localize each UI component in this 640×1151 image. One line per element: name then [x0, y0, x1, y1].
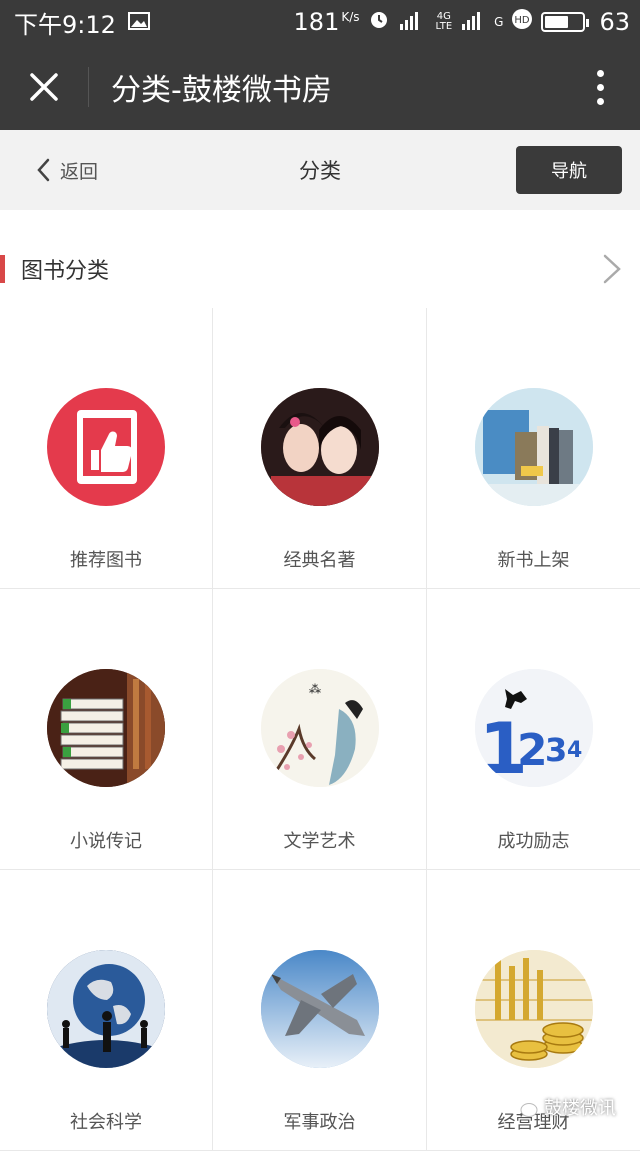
category-label: 经典名著 — [283, 550, 356, 571]
category-novels-biography[interactable]: 小说传记 — [0, 589, 213, 870]
category-label: 新书上架 — [497, 550, 570, 571]
alarm-icon — [368, 8, 390, 36]
status-bar: 下午9:12 181 K/s 4G LTE G HD 63 — [0, 0, 640, 44]
thumbs-up-book-icon — [47, 388, 165, 506]
battery-icon — [541, 12, 590, 32]
svg-text:3: 3 — [545, 731, 567, 769]
watermark-text: 鼓楼微讯 — [544, 1098, 616, 1119]
fighter-jet-icon — [260, 950, 379, 1068]
back-label: 返回 — [60, 160, 99, 183]
back-button[interactable]: 返回 — [0, 157, 180, 184]
page-title: 分类-鼓楼微书房 — [111, 73, 332, 108]
image-notification-icon — [127, 8, 150, 36]
section-accent-bar — [0, 255, 5, 283]
more-dot — [596, 83, 604, 91]
category-new-arrivals[interactable]: 新书上架 — [427, 308, 640, 589]
signal-icon-1 — [398, 8, 428, 36]
network-type-g: G — [494, 15, 504, 29]
hd-icon: HD — [511, 8, 533, 36]
network-speed: 181 K/s — [293, 8, 360, 36]
close-icon — [30, 73, 58, 101]
more-menu-button[interactable] — [560, 44, 640, 130]
section-header[interactable]: 图书分类 — [0, 236, 640, 302]
climbing-numbers-icon: 1 2 3 4 — [474, 669, 593, 787]
classic-portrait-icon — [260, 388, 379, 506]
signal-icon-2 — [460, 8, 486, 36]
battery-percent: 63 — [599, 8, 630, 36]
svg-text:4: 4 — [567, 738, 582, 763]
category-label: 小说传记 — [70, 831, 142, 852]
ink-painting-icon: ⁂ — [260, 669, 379, 787]
wechat-logo-icon — [511, 1097, 538, 1117]
watermark: 鼓楼微讯 — [510, 1094, 616, 1120]
category-label: 成功励志 — [497, 831, 570, 852]
chevron-right-icon — [603, 254, 621, 284]
category-label: 推荐图书 — [70, 550, 142, 571]
stacked-books-icon — [47, 669, 165, 787]
navigation-button[interactable]: 导航 — [516, 146, 622, 194]
svg-text:2: 2 — [517, 725, 548, 776]
category-literature-art[interactable]: ⁂ 文学艺术 — [213, 589, 427, 870]
svg-text:⁂: ⁂ — [309, 682, 321, 696]
category-label: 文学艺术 — [283, 831, 356, 852]
status-time: 下午9:12 — [14, 10, 116, 39]
globe-people-icon — [47, 950, 165, 1068]
chevron-left-icon — [37, 158, 50, 182]
title-divider — [88, 67, 89, 107]
new-books-icon — [474, 388, 593, 506]
category-label: 社会科学 — [70, 1112, 142, 1133]
nav-bar: 返回 分类 导航 — [0, 130, 640, 210]
close-button[interactable] — [0, 44, 88, 130]
title-bar: 分类-鼓楼微书房 — [0, 44, 640, 130]
category-grid: 推荐图书 经典名著 新书上架 小说传记 ⁂ 文学艺术 1 2 3 4 成功励志 … — [0, 308, 640, 1151]
more-dot — [596, 97, 604, 105]
gold-coins-icon — [474, 950, 593, 1068]
svg-text:HD: HD — [515, 15, 531, 26]
category-social-science[interactable]: 社会科学 — [0, 870, 213, 1151]
category-label: 军事政治 — [283, 1112, 356, 1133]
category-classics[interactable]: 经典名著 — [213, 308, 427, 589]
category-success-inspiration[interactable]: 1 2 3 4 成功励志 — [427, 589, 640, 870]
more-dot — [596, 69, 604, 77]
network-type-4g: 4G LTE — [435, 11, 453, 32]
category-military-politics[interactable]: 军事政治 — [213, 870, 427, 1151]
section-title: 图书分类 — [21, 259, 110, 284]
category-recommended[interactable]: 推荐图书 — [0, 308, 213, 589]
